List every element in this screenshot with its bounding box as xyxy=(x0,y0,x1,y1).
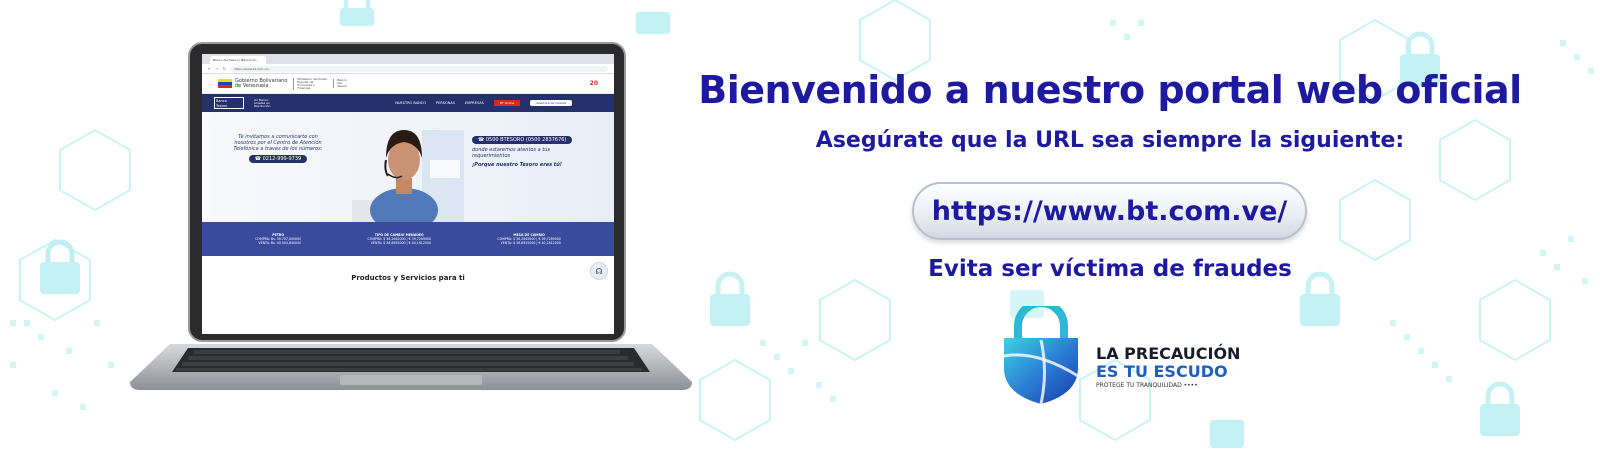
banner-message-area: Bienvenido a nuestro portal web oficial … xyxy=(680,0,1540,450)
hero-left-block: Te invitamos a comunicarte con nosotros … xyxy=(230,134,326,163)
support-chat-button[interactable]: ☊ xyxy=(590,262,608,280)
laptop-lid: Banco del Tesoro | Banca Un... ← → ↻ htt… xyxy=(188,42,626,342)
nav-item-personas[interactable]: PERSONAS xyxy=(436,101,455,105)
ministry-label: Ministerio del Poder Popular de Economía… xyxy=(293,77,327,90)
hero-right-tagline: ¡Porque nuestro Tesoro eres tú! xyxy=(472,162,563,168)
open-account-button[interactable]: Apertura de Cuenta xyxy=(530,100,572,106)
hero-right-text: donde estaremos atentos a tus requerimie… xyxy=(472,147,551,159)
campaign-tagline: PROTEGE TU TRANQUILIDAD •••• xyxy=(1096,382,1198,389)
hero-banner: Te invitamos a comunicarte con nosotros … xyxy=(202,112,614,222)
nav-item-nuestro-banco[interactable]: NUESTRO BANCO xyxy=(395,101,426,105)
laptop-mockup: Banco del Tesoro | Banca Un... ← → ↻ htt… xyxy=(130,38,695,408)
browser-tab[interactable]: Banco del Tesoro | Banca Un... xyxy=(210,56,266,64)
forward-arrow-icon[interactable]: → xyxy=(215,66,218,71)
bank-logo[interactable]: Banco Tesoro xyxy=(214,97,244,109)
products-title: Productos y Servicios para ti xyxy=(351,274,465,282)
gov-line2: de Venezuela xyxy=(235,82,269,89)
url-instruction: Asegúrate que la URL sea siempre la sigu… xyxy=(815,128,1405,153)
hero-left-text: Te invitamos a comunicarte con nosotros … xyxy=(233,134,323,152)
campaign-line2: ES TU ESCUDO xyxy=(1096,362,1228,381)
browser-tab-strip: Banco del Tesoro | Banca Un... xyxy=(202,54,614,64)
products-section: Productos y Servicios para ti ☊ xyxy=(202,256,614,296)
browser-toolbar: ← → ↻ https://www.bt.com.ve/ xyxy=(202,64,614,74)
fraud-warning: Evita ser víctima de fraudes xyxy=(928,256,1292,282)
official-url-pill[interactable]: https://www.bt.com.ve/ xyxy=(912,182,1307,240)
nav-item-empresas[interactable]: EMPRESAS xyxy=(465,101,484,105)
call-center-agent-image xyxy=(352,130,464,222)
back-arrow-icon[interactable]: ← xyxy=(208,66,211,71)
hero-left-phone[interactable]: ☎ 0212-999-9739 xyxy=(248,155,308,163)
site-government-header: Gobierno Bolivariano de Venezuela Minist… xyxy=(202,74,614,94)
rate-block: MESA DE CAMBIO COMPRA: $ 36,2645000 | € … xyxy=(497,233,561,245)
welcome-title: Bienvenido a nuestro portal web oficial xyxy=(698,68,1522,112)
bt-online-button[interactable]: BT Online xyxy=(493,100,521,106)
exchange-rates-bar: PETRO COMPRA: Bs. 39.707,000000 VENTA: B… xyxy=(202,222,614,256)
headset-icon: ☎ xyxy=(254,156,262,162)
rate-block: TIPO DE CAMBIO MENUDEO COMPRA: $ 36,2645… xyxy=(367,233,431,245)
headset-icon: ☎ xyxy=(478,137,485,143)
address-bar[interactable]: https://www.bt.com.ve/ xyxy=(230,65,608,72)
laptop-screen: Banco del Tesoro | Banca Un... ← → ↻ htt… xyxy=(202,54,614,334)
laptop-keyboard-base xyxy=(130,344,692,390)
hero-right-block: ☎ 0500 BTESORO (0500 2837676) donde esta… xyxy=(472,136,582,168)
venezuela-flag-icon xyxy=(218,79,232,88)
padlock-shield-icon xyxy=(1003,306,1079,405)
reload-icon[interactable]: ↻ xyxy=(223,66,226,71)
site-nav-bar: Banco Tesoro Un Banco amable en Revoluci… xyxy=(202,94,614,112)
bank-label: Banco del Tesoro xyxy=(333,79,351,88)
hero-right-phone[interactable]: ☎ 0500 BTESORO (0500 2837676) xyxy=(472,136,573,144)
anniversary-logo: 20 xyxy=(589,80,598,87)
headset-icon: ☊ xyxy=(595,266,603,276)
government-logo: Gobierno Bolivariano de Venezuela Minist… xyxy=(218,77,351,90)
rate-block: PETRO COMPRA: Bs. 39.707,000000 VENTA: B… xyxy=(255,233,302,245)
bank-slogan: Un Banco amable en Revolución xyxy=(254,97,271,108)
campaign-line1: LA PRECAUCIÓN xyxy=(1096,344,1241,363)
